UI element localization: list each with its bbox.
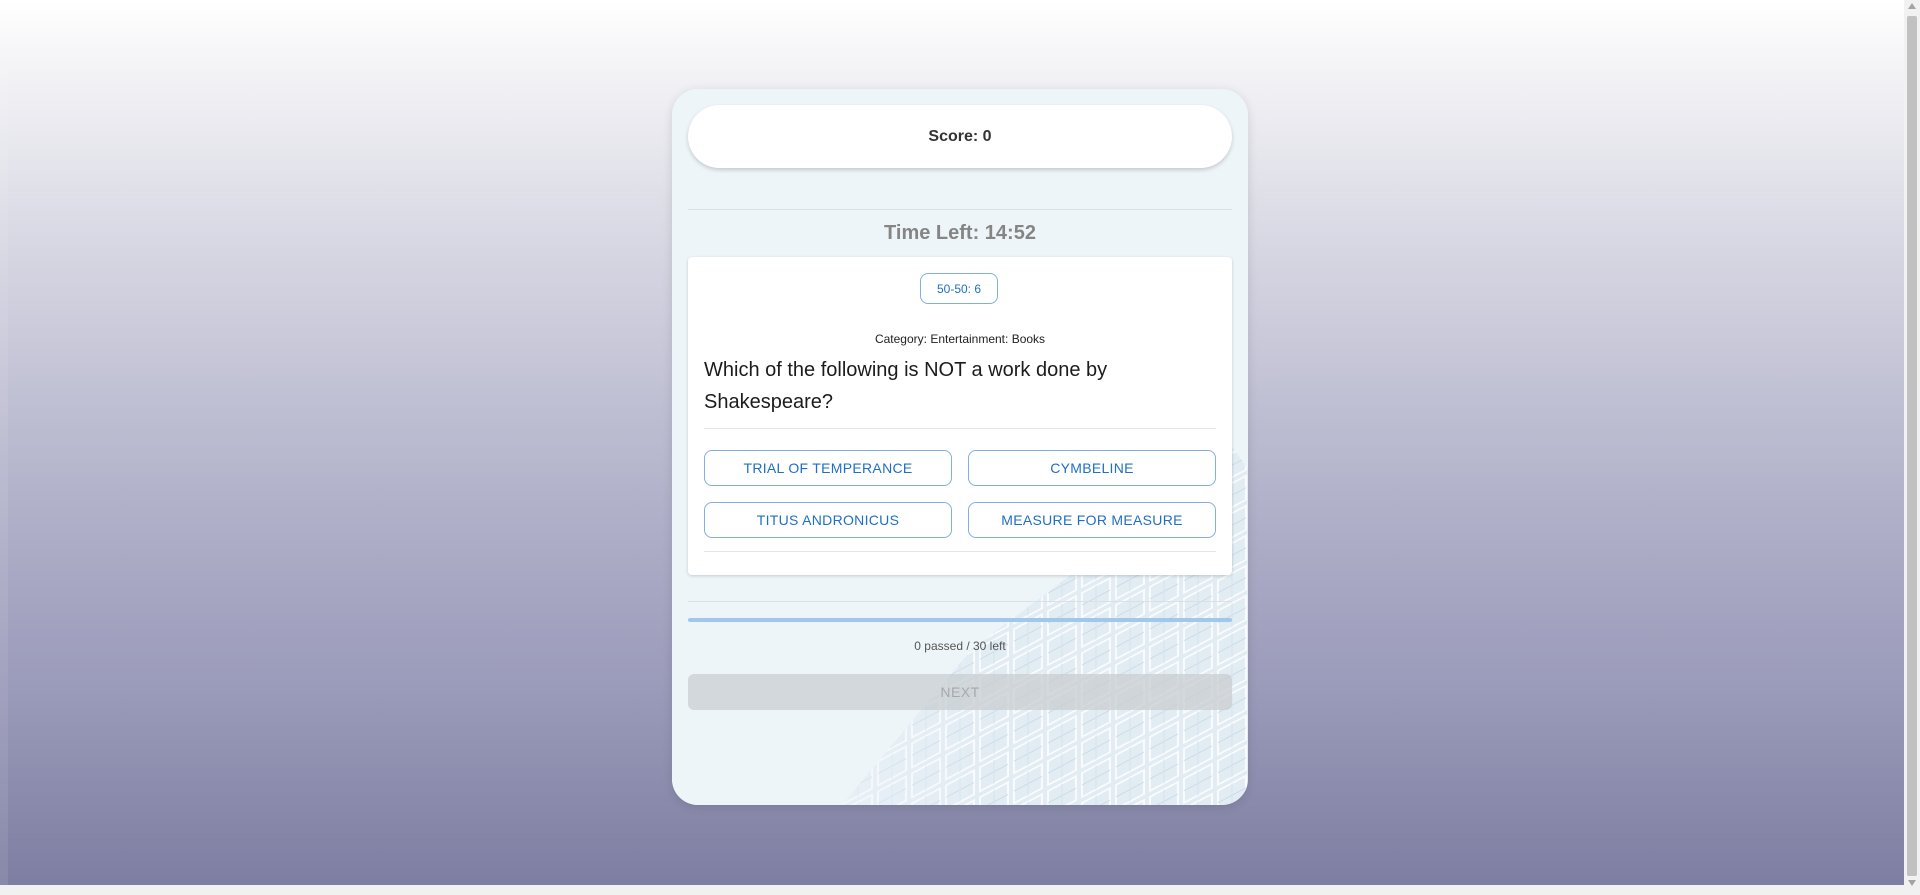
category-label: Category: Entertainment: Books	[874, 332, 1046, 346]
answers-divider	[704, 551, 1216, 552]
question-panel: 50-50: 6 Category: Entertainment: Books …	[688, 257, 1232, 575]
quiz-card: Score: 0 Time Left: 14:52 50-50: 6 Categ…	[672, 89, 1248, 805]
answer-option[interactable]: CYMBELINE	[968, 450, 1216, 486]
progress-count: 0 passed / 30 left	[914, 639, 1006, 653]
page-background: Score: 0 Time Left: 14:52 50-50: 6 Categ…	[0, 0, 1904, 885]
score-display: Score: 0	[688, 105, 1232, 168]
top-divider	[688, 209, 1232, 210]
time-left-label: Time Left: 14:52	[884, 222, 1036, 244]
vertical-scrollbar[interactable]	[1904, 0, 1920, 895]
scroll-down-arrow-icon[interactable]	[1908, 880, 1916, 886]
bottom-divider	[688, 601, 1232, 602]
question-divider	[704, 428, 1216, 429]
page-edge	[0, 60, 8, 885]
answer-option[interactable]: TITUS ANDRONICUS	[704, 502, 952, 538]
answer-option[interactable]: TRIAL OF TEMPERANCE	[704, 450, 952, 486]
scrollbar-thumb[interactable]	[1907, 16, 1917, 876]
scroll-up-arrow-icon[interactable]	[1908, 3, 1916, 9]
next-button[interactable]: NEXT	[688, 674, 1232, 710]
fifty-fifty-button[interactable]: 50-50: 6	[920, 273, 998, 304]
question-text: Which of the following is NOT a work don…	[704, 359, 1108, 413]
horizontal-scrollbar-track	[0, 885, 1904, 895]
answer-option[interactable]: MEASURE FOR MEASURE	[968, 502, 1216, 538]
progress-bar	[688, 618, 1232, 622]
